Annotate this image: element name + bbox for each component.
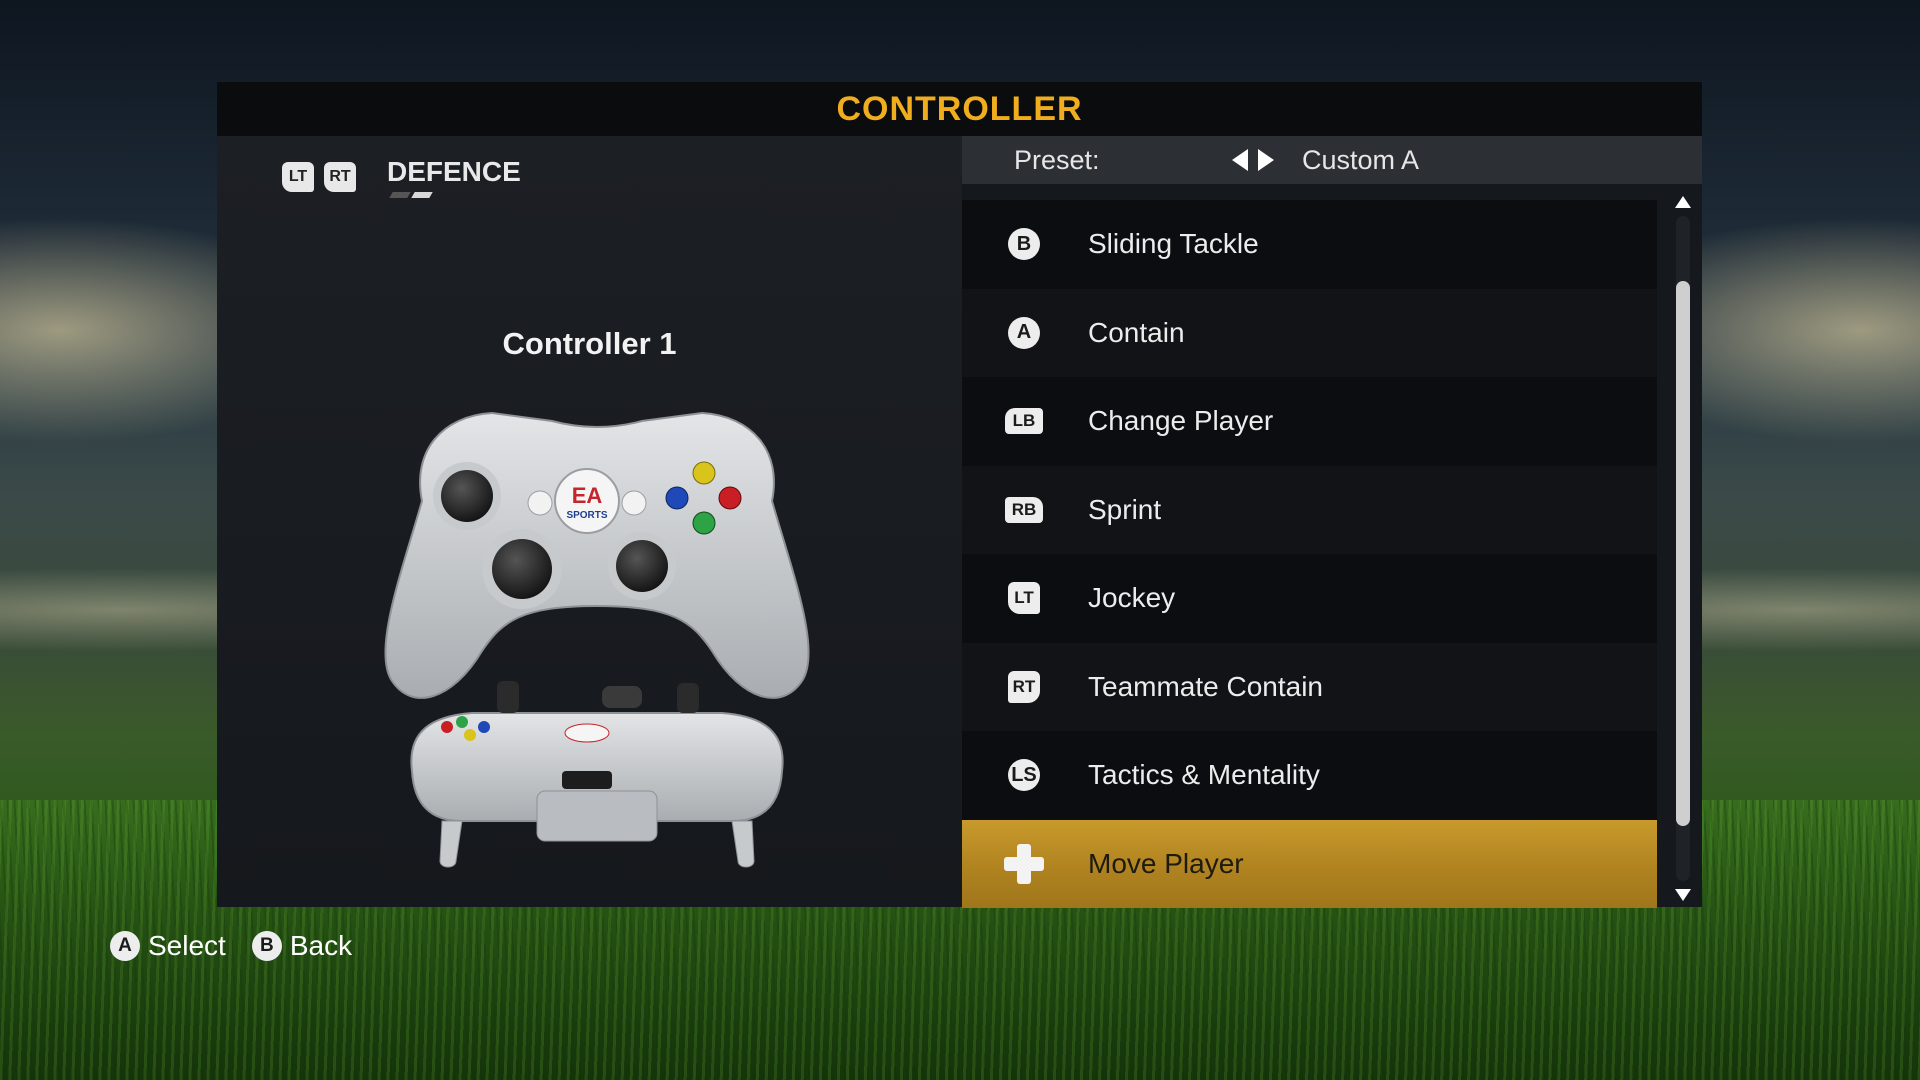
scroll-up-arrow-icon[interactable] xyxy=(1675,196,1691,208)
list-scrollbar[interactable] xyxy=(1672,196,1694,901)
gamepad-illustration: EA SPORTS xyxy=(384,411,810,868)
controller-preview-pane: LT RT DEFENCE Controller 1 EA SPORTS xyxy=(217,136,962,907)
select-prompt[interactable]: A Select xyxy=(110,930,226,962)
mode-pip xyxy=(389,192,411,198)
preset-selector[interactable]: Preset: Custom A xyxy=(962,136,1702,184)
action-label: Sliding Tackle xyxy=(1088,228,1259,260)
rt-trigger-icon[interactable]: RT xyxy=(324,162,356,192)
controller-settings-panel: CONTROLLER LT RT DEFENCE Controller 1 EA… xyxy=(217,82,1702,908)
action-row-jockey[interactable]: LT Jockey xyxy=(962,554,1657,643)
back-label: Back xyxy=(289,930,353,961)
ls-stick-icon: LS xyxy=(1008,759,1040,792)
preset-arrows xyxy=(1232,149,1274,171)
rb-bumper-icon: RB xyxy=(1005,496,1043,523)
b-button-icon: B xyxy=(1008,228,1040,261)
action-row-move-player[interactable]: Move Player xyxy=(962,819,1657,908)
a-button-icon: A xyxy=(1008,316,1040,349)
action-row-tactics-mentality[interactable]: LS Tactics & Mentality xyxy=(962,731,1657,820)
action-row-contain[interactable]: A Contain xyxy=(962,288,1657,377)
action-list: B Sliding Tackle A Contain LB Change Pla… xyxy=(962,200,1657,908)
action-label: Teammate Contain xyxy=(1088,670,1324,702)
action-label: Contain xyxy=(1088,316,1185,348)
action-row-sliding-tackle[interactable]: B Sliding Tackle xyxy=(962,200,1657,289)
mode-page-pips xyxy=(389,192,521,198)
lb-bumper-icon: LB xyxy=(1005,408,1043,435)
scroll-thumb[interactable] xyxy=(1676,280,1690,827)
scroll-track[interactable] xyxy=(1676,216,1690,881)
lt-trigger-icon: LT xyxy=(1008,582,1040,615)
lt-trigger-icon[interactable]: LT xyxy=(282,162,314,192)
mode-indicator: DEFENCE xyxy=(387,156,521,198)
button-mapping-pane: Preset: Custom A B Sliding Tackle A Cont… xyxy=(962,136,1702,908)
ea-logo-subtext: SPORTS xyxy=(566,510,607,521)
arrow-left-icon[interactable] xyxy=(1232,149,1248,171)
mode-pip-active xyxy=(411,192,433,198)
action-row-teammate-contain[interactable]: RT Teammate Contain xyxy=(962,642,1657,731)
page-title: CONTROLLER xyxy=(217,82,1702,136)
preset-value: Custom A xyxy=(1302,144,1420,175)
action-label: Change Player xyxy=(1088,405,1274,437)
a-button-icon: A xyxy=(110,931,140,961)
preset-label: Preset: xyxy=(1014,144,1100,175)
action-row-sprint[interactable]: RB Sprint xyxy=(962,465,1657,554)
back-prompt[interactable]: B Back xyxy=(251,930,353,962)
rt-trigger-icon: RT xyxy=(1008,670,1040,703)
dpad-icon xyxy=(1002,842,1046,886)
button-prompts: A Select B Back xyxy=(110,930,352,962)
mode-label: DEFENCE xyxy=(387,156,521,187)
action-label: Jockey xyxy=(1088,582,1176,614)
scroll-down-arrow-icon[interactable] xyxy=(1675,889,1691,901)
ea-logo-text: EA xyxy=(572,483,603,508)
action-label: Move Player xyxy=(1088,847,1244,879)
b-button-icon: B xyxy=(251,931,282,961)
action-label: Sprint xyxy=(1088,493,1162,525)
action-row-change-player[interactable]: LB Change Player xyxy=(962,377,1657,466)
select-label: Select xyxy=(148,930,226,961)
arrow-right-icon[interactable] xyxy=(1258,149,1274,171)
mode-switch-triggers: LT RT xyxy=(282,162,356,192)
action-label: Tactics & Mentality xyxy=(1088,759,1320,791)
